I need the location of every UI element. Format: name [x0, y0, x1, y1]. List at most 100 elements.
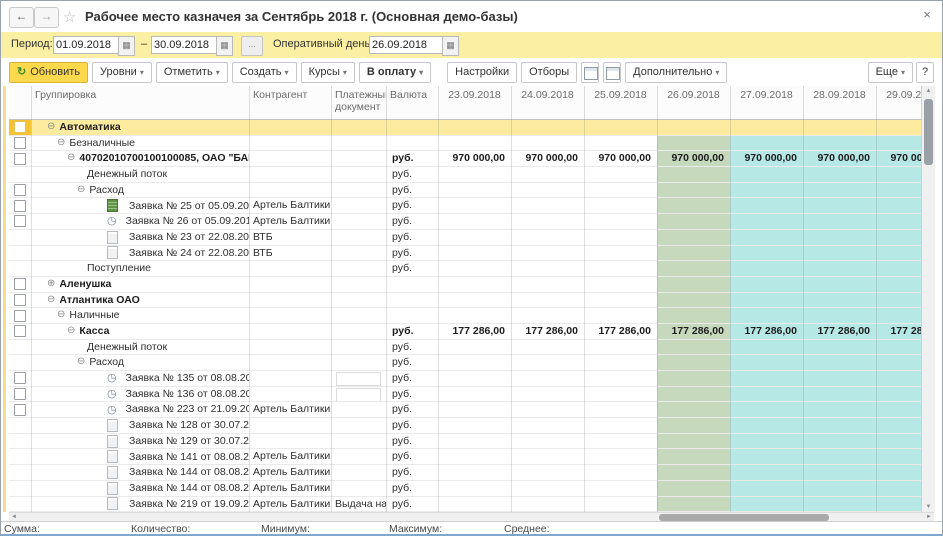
table-row[interactable]: ⊖Безналичные: [9, 136, 921, 152]
row-checkbox[interactable]: [14, 388, 26, 400]
row-checkbox[interactable]: [14, 184, 26, 196]
refresh-button[interactable]: ↻Обновить: [9, 62, 88, 83]
column-header[interactable]: Платежный документ: [331, 86, 386, 119]
document-icon: [107, 482, 118, 495]
table-row[interactable]: ⊖Атлантика ОАО: [9, 293, 921, 309]
rates-button[interactable]: Курсы▾: [301, 62, 355, 83]
table-row[interactable]: ◷Заявка № 135 от 08.08.2018руб.: [9, 371, 921, 387]
column-header[interactable]: 29.09.2018: [876, 86, 921, 119]
table-row[interactable]: Заявка № 129 от 30.07.2018руб.: [9, 434, 921, 450]
row-checkbox[interactable]: [14, 278, 26, 290]
row-checkbox[interactable]: [14, 294, 26, 306]
column-header[interactable]: 27.09.2018: [730, 86, 803, 119]
column-header[interactable]: 23.09.2018: [438, 86, 511, 119]
column-header[interactable]: 24.09.2018: [511, 86, 584, 119]
row-checkbox[interactable]: [14, 153, 26, 165]
table-row[interactable]: Денежный потокруб.: [9, 167, 921, 183]
collapse-icon[interactable]: ⊖: [57, 308, 65, 323]
period-more-button[interactable]: ...: [241, 36, 263, 56]
forward-button[interactable]: →: [34, 7, 59, 28]
column-grid-line: [249, 86, 250, 512]
levels-button[interactable]: Уровни▾: [92, 62, 152, 83]
row-marker-cell: [9, 324, 31, 339]
settings-button[interactable]: Настройки: [447, 62, 517, 83]
table-row[interactable]: ◷Заявка № 136 от 08.08.2018руб.: [9, 387, 921, 403]
mark-button[interactable]: Отметить▾: [156, 62, 228, 83]
row-checkbox[interactable]: [14, 325, 26, 337]
save-settings-button[interactable]: [581, 62, 599, 83]
close-icon[interactable]: ×: [920, 7, 934, 22]
collapse-icon[interactable]: ⊖: [47, 120, 55, 135]
table-row[interactable]: Заявка № 144 от 08.08.2018Артель Балтики…: [9, 481, 921, 497]
row-checkbox[interactable]: [14, 137, 26, 149]
calendar-icon[interactable]: ▦: [442, 36, 459, 56]
table-row[interactable]: Заявка № 23 от 22.08.2018ВТБруб.: [9, 230, 921, 246]
row-checkbox[interactable]: [14, 215, 26, 227]
table-row[interactable]: ⊖40702010700100100085, ОАО "БАНК МОСКВЫ"…: [9, 151, 921, 167]
collapse-icon[interactable]: ⊖: [67, 151, 75, 166]
table-row[interactable]: Заявка № 141 от 08.08.2018Артель Балтики…: [9, 449, 921, 465]
grouping-cell: Поступление: [31, 261, 249, 276]
payment-document-input[interactable]: [336, 388, 381, 402]
amount-cell: [803, 340, 876, 355]
favorite-star-icon[interactable]: ☆: [63, 8, 76, 26]
more-button[interactable]: Еще▾: [868, 62, 913, 83]
table-row[interactable]: ⊖Наличные: [9, 308, 921, 324]
period-from-input[interactable]: [53, 36, 119, 54]
payment-document-input[interactable]: [336, 372, 381, 386]
row-checkbox[interactable]: [14, 200, 26, 212]
table-row[interactable]: ⊖Расходруб.: [9, 355, 921, 371]
table-row[interactable]: Денежный потокруб.: [9, 340, 921, 356]
table-row[interactable]: ◷Заявка № 26 от 05.09.2018Артель Балтики…: [9, 214, 921, 230]
vertical-scrollbar[interactable]: ▲ ▼: [921, 86, 935, 512]
currency-cell: руб.: [386, 402, 438, 417]
row-checkbox[interactable]: [14, 404, 26, 416]
column-header[interactable]: 26.09.2018: [657, 86, 730, 119]
calendar-icon[interactable]: ▦: [216, 36, 233, 56]
expand-icon[interactable]: ⊕: [47, 277, 55, 292]
collapse-icon[interactable]: ⊖: [47, 293, 55, 308]
column-header[interactable]: 28.09.2018: [803, 86, 876, 119]
amount-cell: [511, 183, 584, 198]
row-marker-cell: [9, 481, 31, 496]
table-row[interactable]: ⊖Автоматика: [9, 120, 921, 136]
collapse-icon[interactable]: ⊖: [77, 183, 85, 198]
column-header[interactable]: Контрагент: [249, 86, 331, 119]
amount-cell: [511, 246, 584, 261]
table-row[interactable]: ⊖Расходруб.: [9, 183, 921, 199]
column-header[interactable]: Группировка: [31, 86, 249, 119]
create-button[interactable]: Создать▾: [232, 62, 297, 83]
period-to-input[interactable]: [151, 36, 217, 54]
row-checkbox[interactable]: [14, 372, 26, 384]
table-row[interactable]: Заявка № 144 от 08.08.2018Артель Балтики…: [9, 465, 921, 481]
table-row[interactable]: ◷Заявка № 223 от 21.09.2018Артель Балтик…: [9, 402, 921, 418]
scroll-up-icon[interactable]: ▲: [922, 88, 935, 94]
column-header[interactable]: 25.09.2018: [584, 86, 657, 119]
table-row[interactable]: Заявка № 24 от 22.08.2018ВТБруб.: [9, 246, 921, 262]
calendar-icon[interactable]: ▦: [118, 36, 135, 56]
help-button[interactable]: ?: [916, 62, 934, 83]
scroll-down-icon[interactable]: ▼: [922, 504, 935, 510]
table-row[interactable]: Заявка № 128 от 30.07.2018руб.: [9, 418, 921, 434]
collapse-icon[interactable]: ⊖: [57, 136, 65, 151]
amount-cell: [511, 465, 584, 480]
column-header[interactable]: Валюта: [386, 86, 438, 119]
load-settings-button[interactable]: [603, 62, 621, 83]
back-button[interactable]: ←: [9, 7, 34, 28]
amount-cell: [876, 418, 921, 433]
table-row[interactable]: ⊖Кассаруб.177 286,00177 286,00177 286,00…: [9, 324, 921, 340]
operational-day-input[interactable]: [369, 36, 443, 54]
table-row[interactable]: Поступлениеруб.: [9, 261, 921, 277]
filters-button[interactable]: Отборы: [521, 62, 577, 83]
collapse-icon[interactable]: ⊖: [77, 355, 85, 370]
vertical-scrollbar-thumb[interactable]: [924, 99, 933, 165]
row-checkbox[interactable]: [14, 121, 26, 133]
table-row[interactable]: ⊕Аленушка: [9, 277, 921, 293]
horizontal-scrollbar-thumb[interactable]: [659, 514, 829, 521]
table-row[interactable]: Заявка № 219 от 19.09.2018Артель Балтики…: [9, 497, 921, 513]
to-payment-button[interactable]: В оплату▾: [359, 62, 431, 83]
row-checkbox[interactable]: [14, 310, 26, 322]
table-row[interactable]: Заявка № 25 от 05.09.2018Артель Балтикир…: [9, 198, 921, 214]
collapse-icon[interactable]: ⊖: [67, 324, 75, 339]
additional-button[interactable]: Дополнительно▾: [625, 62, 727, 83]
